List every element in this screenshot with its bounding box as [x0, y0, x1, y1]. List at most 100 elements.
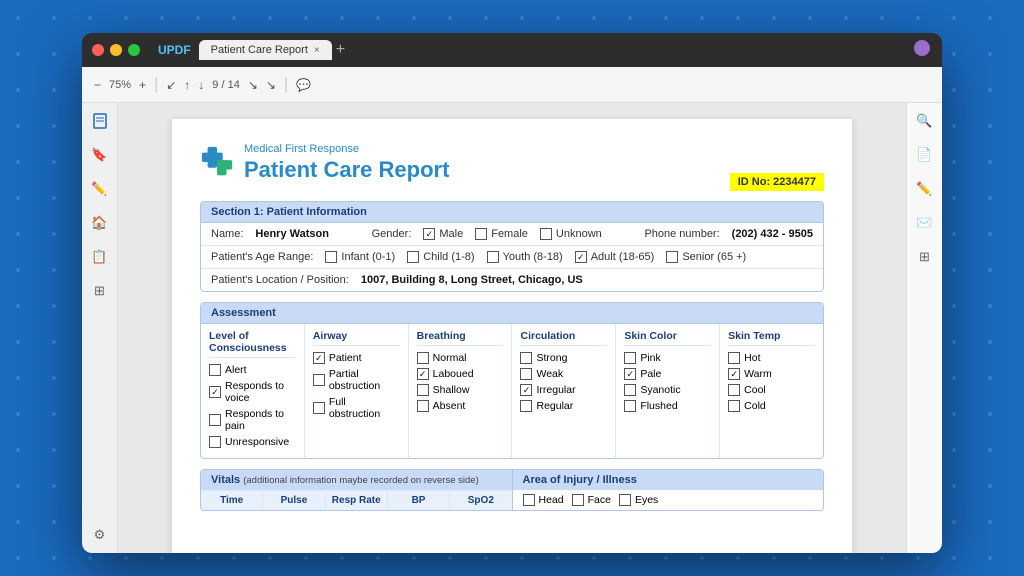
- sidebar-icon-bookmark[interactable]: 🔖: [88, 143, 112, 167]
- doc-header: Medical First Response Patient Care Repo…: [200, 143, 824, 191]
- col-title-skin-temp: Skin Temp: [728, 330, 815, 346]
- weak-checkbox[interactable]: [520, 368, 532, 380]
- right-icon-document[interactable]: 📄: [913, 143, 937, 167]
- gender-male-checkbox[interactable]: ✓: [423, 228, 435, 240]
- strong-checkbox[interactable]: [520, 352, 532, 364]
- laboued-checkbox[interactable]: ✓: [417, 368, 429, 380]
- sidebar-icon-layers[interactable]: 📋: [88, 245, 112, 269]
- minimize-button[interactable]: [110, 44, 122, 56]
- syanotic-checkbox[interactable]: [624, 384, 636, 396]
- vitals-right: Area of Injury / Illness Head Face: [513, 470, 824, 510]
- full-obstruction-checkbox[interactable]: [313, 402, 325, 414]
- assess-pale: ✓ Pale: [624, 368, 711, 380]
- gender-unknown-checkbox[interactable]: [540, 228, 552, 240]
- area-items: Head Face Eyes: [513, 490, 824, 510]
- alert-checkbox[interactable]: [209, 364, 221, 376]
- next-page-button[interactable]: ↓: [198, 78, 204, 92]
- age-adult-checkbox[interactable]: ✓: [575, 251, 587, 263]
- cold-checkbox[interactable]: [728, 400, 740, 412]
- maximize-button[interactable]: [128, 44, 140, 56]
- patient-checkbox[interactable]: ✓: [313, 352, 325, 364]
- age-infant-checkbox[interactable]: [325, 251, 337, 263]
- area-eyes: Eyes: [619, 494, 658, 506]
- zoom-out-button[interactable]: −: [94, 78, 101, 92]
- eyes-checkbox[interactable]: [619, 494, 631, 506]
- pale-checkbox[interactable]: ✓: [624, 368, 636, 380]
- last-page-button[interactable]: ↘: [266, 78, 276, 92]
- normal-checkbox[interactable]: [417, 352, 429, 364]
- age-infant: Infant (0-1): [325, 251, 395, 263]
- age-senior-checkbox[interactable]: [666, 251, 678, 263]
- sidebar-icon-document[interactable]: [88, 109, 112, 133]
- area-injury-title: Area of Injury / Illness: [513, 470, 824, 490]
- age-youth: Youth (8-18): [487, 251, 563, 263]
- absent-checkbox[interactable]: [417, 400, 429, 412]
- gender-male: ✓ Male: [423, 228, 463, 240]
- doc-title: Patient Care Report: [244, 157, 449, 183]
- new-tab-button[interactable]: +: [336, 41, 345, 59]
- assess-irregular: ✓ Irregular: [520, 384, 607, 396]
- flushed-checkbox[interactable]: [624, 400, 636, 412]
- fit-page-button[interactable]: ↙: [166, 78, 176, 92]
- shallow-checkbox[interactable]: [417, 384, 429, 396]
- assess-full-obstruction: Full obstruction: [313, 396, 400, 420]
- first-page-button[interactable]: ↘: [248, 78, 258, 92]
- sidebar-icon-edit[interactable]: ✏️: [88, 177, 112, 201]
- partial-obstruction-checkbox[interactable]: [313, 374, 325, 386]
- cool-checkbox[interactable]: [728, 384, 740, 396]
- assess-partial-obstruction: Partial obstruction: [313, 368, 400, 392]
- age-child: Child (1-8): [407, 251, 474, 263]
- assess-normal: Normal: [417, 352, 504, 364]
- age-youth-checkbox[interactable]: [487, 251, 499, 263]
- assess-responds-voice: ✓ Responds to voice: [209, 380, 296, 404]
- regular-checkbox[interactable]: [520, 400, 532, 412]
- phone-label: Phone number:: [644, 228, 719, 240]
- id-badge: ID No: 2234477: [730, 173, 824, 191]
- app-label: UPDF: [158, 43, 191, 57]
- right-icon-mail[interactable]: ✉️: [913, 211, 937, 235]
- assess-pink: Pink: [624, 352, 711, 364]
- warm-checkbox[interactable]: ✓: [728, 368, 740, 380]
- unresponsive-checkbox[interactable]: [209, 436, 221, 448]
- col-title-airway: Airway: [313, 330, 400, 346]
- vitals-left: Vitals (additional information maybe rec…: [201, 470, 513, 510]
- phone-value: (202) 432 - 9505: [732, 228, 813, 240]
- tab-close-button[interactable]: ×: [314, 45, 320, 56]
- comment-button[interactable]: 💬: [296, 78, 311, 92]
- close-button[interactable]: [92, 44, 104, 56]
- assess-hot: Hot: [728, 352, 815, 364]
- face-checkbox[interactable]: [572, 494, 584, 506]
- assess-col-airway: Airway ✓ Patient Partial obstruction: [305, 324, 409, 458]
- tab-bar: UPDF Patient Care Report × +: [158, 40, 345, 60]
- irregular-checkbox[interactable]: ✓: [520, 384, 532, 396]
- pink-checkbox[interactable]: [624, 352, 636, 364]
- age-adult: ✓ Adult (18-65): [575, 251, 655, 263]
- right-icon-search[interactable]: 🔍: [913, 109, 937, 133]
- vitals-subtitle: (additional information maybe recorded o…: [243, 475, 479, 486]
- vitals-col-spo2: SpO2: [450, 491, 511, 510]
- doc-title-part2: Report: [379, 157, 450, 182]
- responds-voice-checkbox[interactable]: ✓: [209, 386, 221, 398]
- assess-cool: Cool: [728, 384, 815, 396]
- assess-patient: ✓ Patient: [313, 352, 400, 364]
- tab-patient-care-report[interactable]: Patient Care Report ×: [199, 40, 332, 60]
- tab-label: Patient Care Report: [211, 44, 308, 56]
- head-checkbox[interactable]: [523, 494, 535, 506]
- responds-pain-checkbox[interactable]: [209, 414, 221, 426]
- sidebar-icon-grid[interactable]: ⊞: [88, 279, 112, 303]
- gender-female-checkbox[interactable]: [475, 228, 487, 240]
- browser-body: 🔖 ✏️ 🏠 📋 ⊞ ⚙: [82, 103, 942, 553]
- assess-warm: ✓ Warm: [728, 368, 815, 380]
- right-icon-data[interactable]: ⊞: [913, 245, 937, 269]
- right-icon-edit[interactable]: ✏️: [913, 177, 937, 201]
- hot-checkbox[interactable]: [728, 352, 740, 364]
- separator-1: |: [154, 76, 158, 94]
- sidebar-icon-settings[interactable]: ⚙: [88, 523, 112, 547]
- zoom-in-button[interactable]: +: [139, 78, 146, 92]
- age-child-checkbox[interactable]: [407, 251, 419, 263]
- prev-page-button[interactable]: ↑: [184, 78, 190, 92]
- main-content: Medical First Response Patient Care Repo…: [118, 103, 906, 553]
- profile-icon: [914, 40, 930, 56]
- sidebar-icon-home[interactable]: 🏠: [88, 211, 112, 235]
- name-label: Name:: [211, 228, 243, 240]
